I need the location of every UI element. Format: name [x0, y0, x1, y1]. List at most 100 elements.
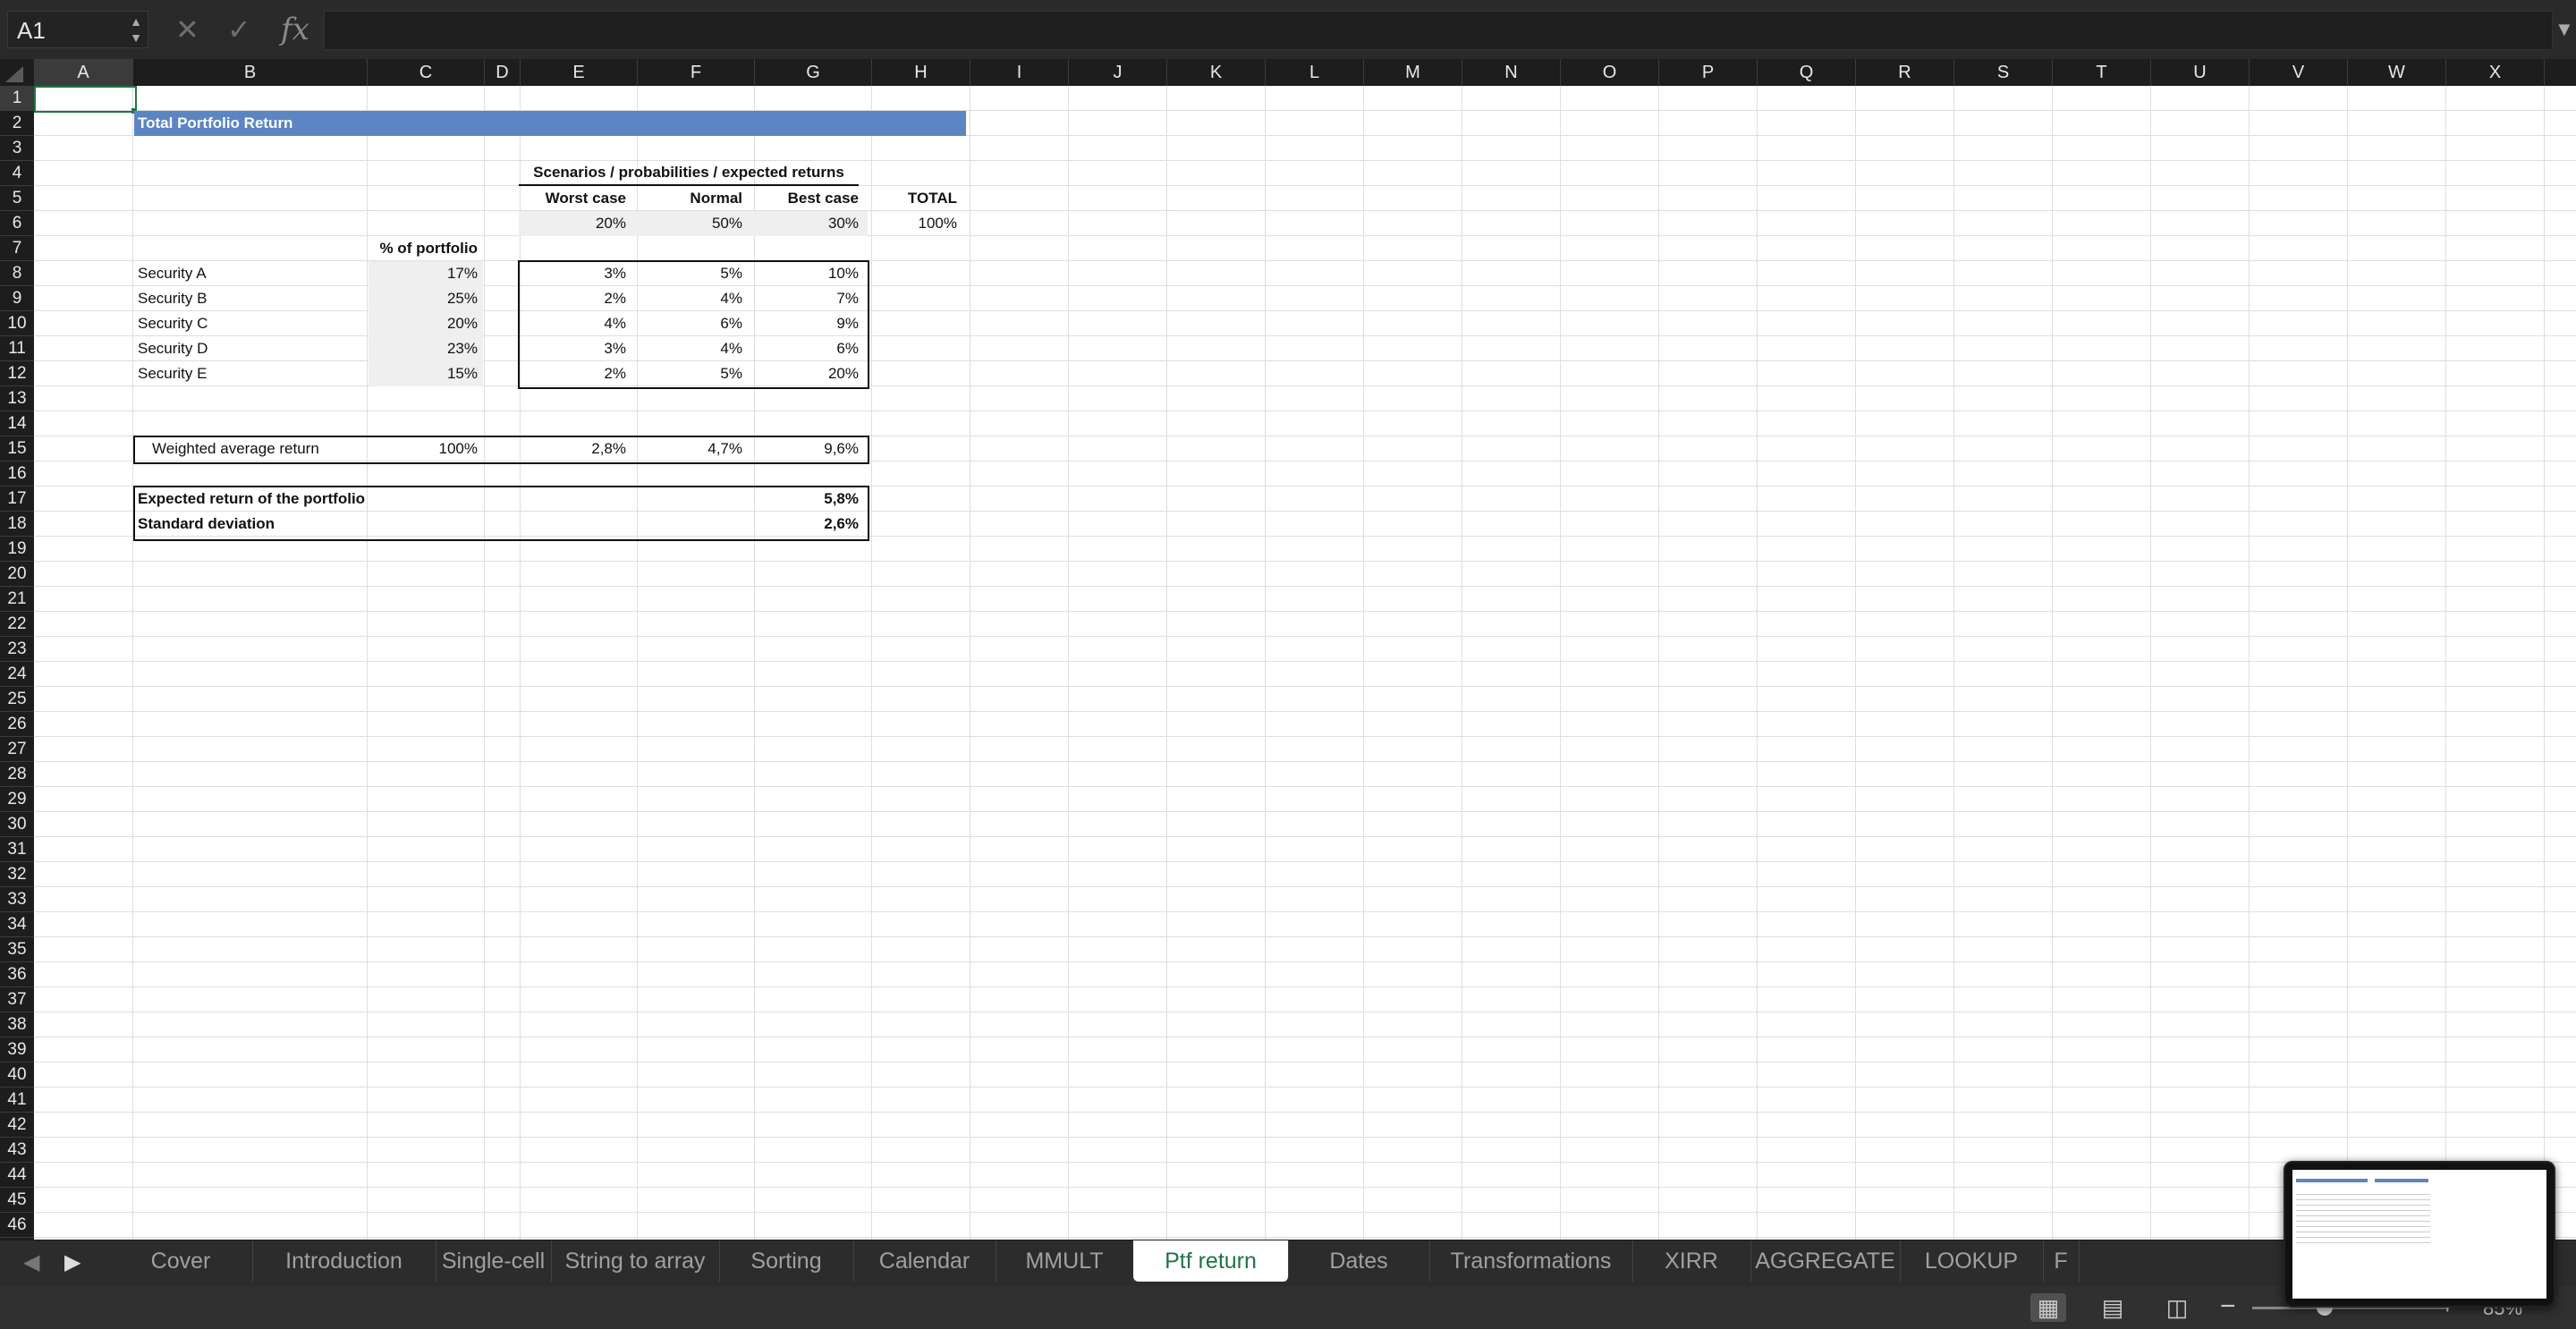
sheet-tab-cover[interactable]: Cover [109, 1240, 253, 1282]
row-header-1[interactable]: 1 [0, 86, 34, 111]
row-header-35[interactable]: 35 [0, 937, 34, 962]
sheet-tab-ptf-return[interactable]: Ptf return [1133, 1240, 1289, 1282]
row-header-46[interactable]: 46 [0, 1213, 34, 1238]
row-header-2[interactable]: 2 [0, 111, 34, 136]
select-all-corner[interactable] [0, 59, 35, 86]
row-header-42[interactable]: 42 [0, 1113, 34, 1138]
row-header-23[interactable]: 23 [0, 637, 34, 662]
sheet-tab-single-cell[interactable]: Single-cell [436, 1240, 552, 1282]
zoom-out-icon[interactable]: − [2220, 1291, 2236, 1322]
row-header-12[interactable]: 12 [0, 361, 34, 386]
row-header-29[interactable]: 29 [0, 787, 34, 812]
insert-function-icon[interactable]: fx [281, 11, 309, 48]
cancel-icon[interactable]: ✕ [175, 11, 199, 48]
row-header-9[interactable]: 9 [0, 286, 34, 311]
column-header-e[interactable]: E [521, 59, 638, 86]
row-header-15[interactable]: 15 [0, 436, 34, 461]
tab-scroll-left-icon[interactable]: ◀ [23, 1249, 39, 1275]
column-header-j[interactable]: J [1069, 59, 1167, 86]
row-header-30[interactable]: 30 [0, 812, 34, 837]
column-header-w[interactable]: W [2348, 59, 2446, 86]
window-thumbnail-preview[interactable] [2284, 1161, 2555, 1308]
column-header-s[interactable]: S [1954, 59, 2053, 86]
row-header-13[interactable]: 13 [0, 386, 34, 411]
page-break-view-icon[interactable]: ◫ [2159, 1293, 2195, 1322]
column-header-p[interactable]: P [1659, 59, 1758, 86]
column-header-o[interactable]: O [1561, 59, 1659, 86]
column-header-b[interactable]: B [133, 59, 368, 86]
column-header-k[interactable]: K [1167, 59, 1266, 86]
column-header-x[interactable]: X [2446, 59, 2545, 86]
row-header-28[interactable]: 28 [0, 762, 34, 787]
formula-input[interactable] [324, 11, 2553, 50]
row-header-22[interactable]: 22 [0, 612, 34, 637]
sheet-tab-sorting[interactable]: Sorting [719, 1240, 854, 1282]
row-header-5[interactable]: 5 [0, 186, 34, 211]
cell-area[interactable]: Total Portfolio Return Scenarios / proba… [34, 86, 2576, 1240]
row-header-37[interactable]: 37 [0, 987, 34, 1012]
column-header-n[interactable]: N [1462, 59, 1561, 86]
tab-scroll-right-icon[interactable]: ▶ [64, 1249, 80, 1275]
row-header-26[interactable]: 26 [0, 712, 34, 737]
page-layout-view-icon[interactable]: ▤ [2095, 1293, 2131, 1322]
column-header-v[interactable]: V [2250, 59, 2348, 86]
row-header-17[interactable]: 17 [0, 487, 34, 512]
row-header-34[interactable]: 34 [0, 912, 34, 937]
confirm-icon[interactable]: ✓ [227, 11, 251, 48]
row-header-19[interactable]: 19 [0, 537, 34, 562]
row-header-14[interactable]: 14 [0, 411, 34, 436]
column-header-l[interactable]: L [1266, 59, 1364, 86]
name-box-stepper-icon[interactable]: ▲ ▼ [130, 13, 142, 46]
row-header-4[interactable]: 4 [0, 161, 34, 186]
row-header-20[interactable]: 20 [0, 562, 34, 587]
row-header-39[interactable]: 39 [0, 1037, 34, 1062]
column-header-t[interactable]: T [2053, 59, 2151, 86]
row-header-44[interactable]: 44 [0, 1163, 34, 1188]
row-header-6[interactable]: 6 [0, 211, 34, 236]
row-header-31[interactable]: 31 [0, 837, 34, 862]
row-header-40[interactable]: 40 [0, 1062, 34, 1088]
row-header-18[interactable]: 18 [0, 512, 34, 537]
sheet-tab-dates[interactable]: Dates [1288, 1240, 1430, 1282]
row-header-24[interactable]: 24 [0, 662, 34, 687]
row-header-27[interactable]: 27 [0, 737, 34, 762]
row-header-11[interactable]: 11 [0, 336, 34, 361]
sheet-tab-calendar[interactable]: Calendar [853, 1240, 996, 1282]
expand-formula-bar-icon[interactable]: ▼ [2555, 11, 2574, 48]
row-header-38[interactable]: 38 [0, 1012, 34, 1037]
column-header-d[interactable]: D [485, 59, 521, 86]
column-header-g[interactable]: G [755, 59, 872, 86]
column-header-h[interactable]: H [872, 59, 970, 86]
row-header-25[interactable]: 25 [0, 687, 34, 712]
row-header-3[interactable]: 3 [0, 136, 34, 161]
column-header-a[interactable]: A [34, 59, 133, 86]
sheet-tab-lookup[interactable]: LOOKUP [1900, 1240, 2044, 1282]
column-header-i[interactable]: I [970, 59, 1069, 86]
column-header-f[interactable]: F [638, 59, 755, 86]
name-box[interactable]: A1 ▲ ▼ [7, 11, 148, 48]
column-header-m[interactable]: M [1364, 59, 1462, 86]
row-header-7[interactable]: 7 [0, 236, 34, 261]
row-header-21[interactable]: 21 [0, 587, 34, 612]
column-header-u[interactable]: U [2151, 59, 2250, 86]
row-header-16[interactable]: 16 [0, 461, 34, 487]
row-header-32[interactable]: 32 [0, 862, 34, 887]
row-header-10[interactable]: 10 [0, 311, 34, 336]
column-header-r[interactable]: R [1856, 59, 1954, 86]
normal-view-icon[interactable]: ▦ [2030, 1293, 2066, 1322]
sheet-tab-transformations[interactable]: Transformations [1429, 1240, 1633, 1282]
sheet-tab-string-to-array[interactable]: String to array [551, 1240, 720, 1282]
column-header-c[interactable]: C [368, 59, 485, 86]
sheet-tab-f[interactable]: F [2043, 1240, 2080, 1282]
row-header-45[interactable]: 45 [0, 1188, 34, 1213]
sheet-tab-aggregate[interactable]: AGGREGATE [1750, 1240, 1901, 1282]
row-header-36[interactable]: 36 [0, 962, 34, 987]
spreadsheet-grid[interactable]: ABCDEFGHIJKLMNOPQRSTUVWX 1 2 3 4 5 6 7 8 9 10 11 12… [0, 59, 2576, 1240]
column-header-q[interactable]: Q [1758, 59, 1856, 86]
sheet-tab-introduction[interactable]: Introduction [252, 1240, 436, 1282]
row-header-41[interactable]: 41 [0, 1088, 34, 1113]
row-header-43[interactable]: 43 [0, 1138, 34, 1163]
selected-cell-a1[interactable] [34, 86, 137, 113]
row-header-33[interactable]: 33 [0, 887, 34, 912]
sheet-tab-xirr[interactable]: XIRR [1632, 1240, 1751, 1282]
